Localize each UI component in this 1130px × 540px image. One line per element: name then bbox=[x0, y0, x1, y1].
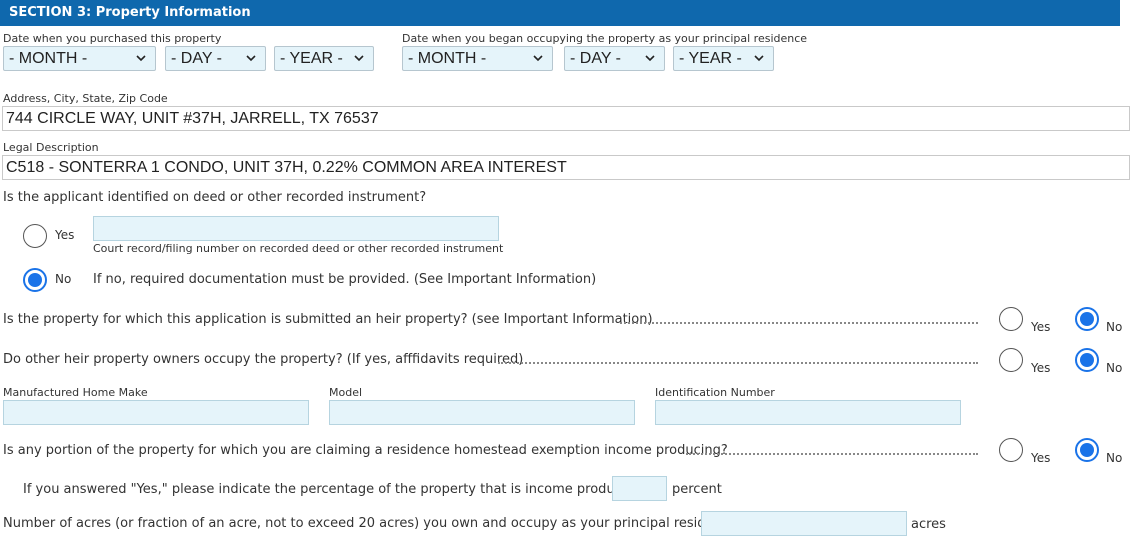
address-label: Address, City, State, Zip Code bbox=[3, 92, 168, 105]
income-producing-no-label: No bbox=[1106, 451, 1123, 465]
heir-property-no-label: No bbox=[1106, 320, 1123, 334]
heir-owners-no-radio[interactable] bbox=[1075, 348, 1099, 372]
income-producing-no-radio[interactable] bbox=[1075, 438, 1099, 462]
occupancy-day-value: - DAY - bbox=[570, 50, 621, 67]
deed-yes-radio[interactable] bbox=[23, 224, 47, 248]
purchase-day-select[interactable]: - DAY - bbox=[165, 46, 266, 71]
heir-property-question: Is the property for which this applicati… bbox=[3, 312, 653, 327]
leader-dots bbox=[620, 322, 978, 324]
income-producing-yes-label: Yes bbox=[1031, 451, 1051, 465]
purchase-month-select[interactable]: - MONTH - bbox=[3, 46, 156, 71]
occupancy-month-value: - MONTH - bbox=[408, 50, 487, 67]
heir-property-yes-label: Yes bbox=[1031, 320, 1051, 334]
radio-selected-dot bbox=[1080, 443, 1094, 457]
manufactured-home-make-input[interactable] bbox=[3, 400, 309, 425]
income-percent-input[interactable] bbox=[612, 476, 667, 501]
manufactured-home-model-input[interactable] bbox=[329, 400, 635, 425]
heir-owners-question: Do other heir property owners occupy the… bbox=[3, 352, 524, 367]
legal-description-label: Legal Description bbox=[3, 141, 99, 154]
deed-no-note: If no, required documentation must be pr… bbox=[93, 272, 597, 287]
deed-no-label: No bbox=[55, 272, 72, 286]
acres-input[interactable] bbox=[701, 511, 907, 536]
court-record-input[interactable] bbox=[93, 216, 499, 241]
legal-description-field[interactable]: C518 - SONTERRA 1 CONDO, UNIT 37H, 0.22%… bbox=[2, 155, 1130, 180]
deed-yes-label: Yes bbox=[55, 228, 75, 242]
heir-property-no-radio[interactable] bbox=[1075, 307, 1099, 331]
purchase-year-select[interactable]: - YEAR - bbox=[274, 46, 374, 71]
occupancy-year-value: - YEAR - bbox=[679, 50, 742, 67]
chevron-down-icon bbox=[533, 55, 543, 62]
radio-selected-dot bbox=[1080, 353, 1094, 367]
chevron-down-icon bbox=[645, 55, 655, 62]
leader-dots bbox=[498, 362, 978, 364]
income-percent-prompt: If you answered "Yes," please indicate t… bbox=[23, 482, 647, 497]
heir-owners-yes-radio[interactable] bbox=[999, 348, 1023, 372]
chevron-down-icon bbox=[246, 55, 256, 62]
occupancy-day-select[interactable]: - DAY - bbox=[564, 46, 665, 71]
acres-unit: acres bbox=[911, 517, 946, 532]
purchase-month-value: - MONTH - bbox=[9, 50, 88, 67]
income-percent-unit: percent bbox=[672, 482, 722, 497]
purchase-date-label: Date when you purchased this property bbox=[3, 32, 222, 45]
occupancy-month-select[interactable]: - MONTH - bbox=[402, 46, 553, 71]
manufactured-home-id-label: Identification Number bbox=[655, 386, 775, 399]
deed-no-radio[interactable] bbox=[23, 268, 47, 292]
income-producing-question: Is any portion of the property for which… bbox=[3, 443, 728, 458]
court-record-caption: Court record/filing number on recorded d… bbox=[93, 242, 504, 255]
radio-selected-dot bbox=[28, 273, 42, 287]
deed-question: Is the applicant identified on deed or o… bbox=[3, 190, 427, 205]
purchase-year-value: - YEAR - bbox=[280, 50, 343, 67]
acres-question: Number of acres (or fraction of an acre,… bbox=[3, 516, 742, 531]
purchase-day-value: - DAY - bbox=[171, 50, 222, 67]
chevron-down-icon bbox=[754, 55, 764, 62]
heir-property-yes-radio[interactable] bbox=[999, 307, 1023, 331]
occupancy-date-label: Date when you began occupying the proper… bbox=[402, 32, 808, 45]
occupancy-year-select[interactable]: - YEAR - bbox=[673, 46, 774, 71]
manufactured-home-make-label: Manufactured Home Make bbox=[3, 386, 148, 399]
income-producing-yes-radio[interactable] bbox=[999, 438, 1023, 462]
leader-dots bbox=[686, 453, 978, 455]
address-field[interactable]: 744 CIRCLE WAY, UNIT #37H, JARRELL, TX 7… bbox=[2, 106, 1130, 131]
manufactured-home-id-input[interactable] bbox=[655, 400, 961, 425]
chevron-down-icon bbox=[136, 55, 146, 62]
heir-owners-no-label: No bbox=[1106, 361, 1123, 375]
radio-selected-dot bbox=[1080, 312, 1094, 326]
manufactured-home-model-label: Model bbox=[329, 386, 363, 399]
section-header: SECTION 3: Property Information bbox=[0, 0, 1120, 26]
heir-owners-yes-label: Yes bbox=[1031, 361, 1051, 375]
chevron-down-icon bbox=[354, 55, 364, 62]
